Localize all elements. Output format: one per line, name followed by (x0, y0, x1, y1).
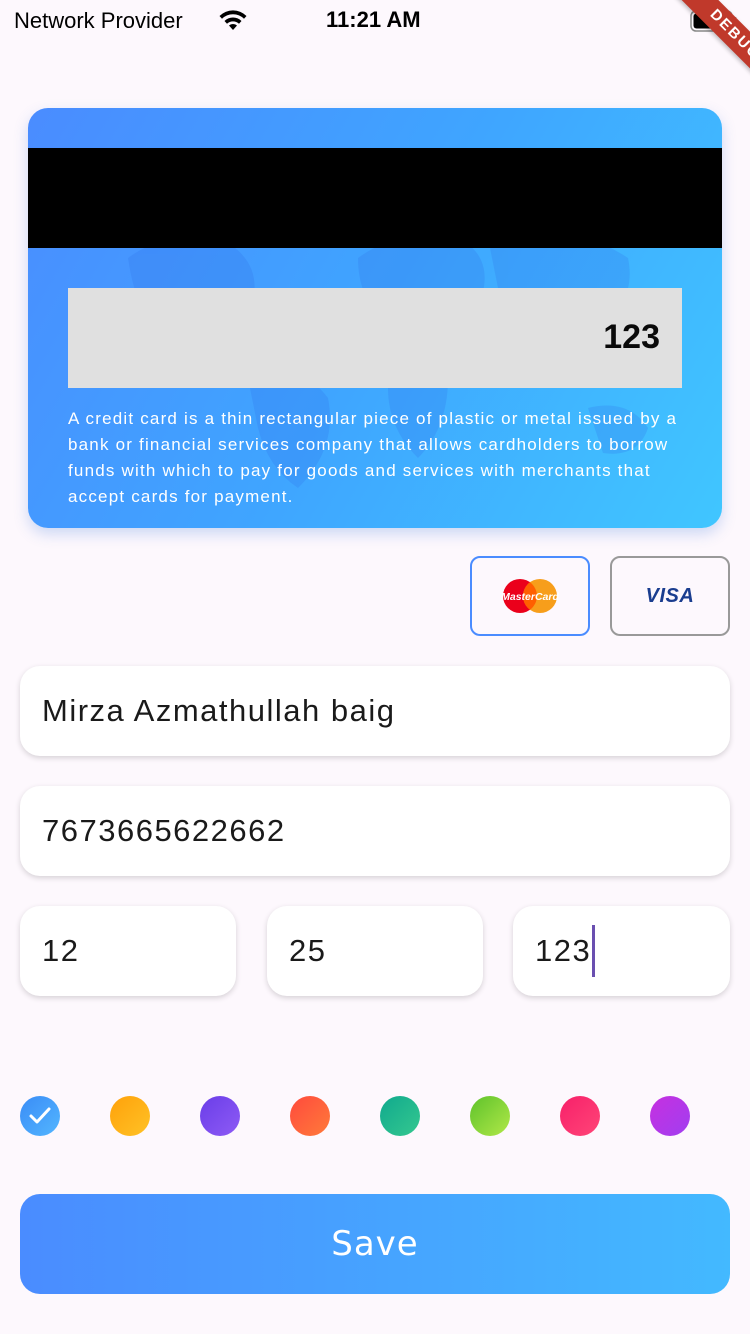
cvv-value: 123 (535, 933, 592, 968)
card-holder-input[interactable]: Mirza Azmathullah baig (20, 666, 730, 756)
card-cvv: 123 (603, 318, 660, 356)
expiry-month-value: 12 (42, 933, 80, 968)
signature-strip: 123 (68, 288, 682, 388)
color-swatch[interactable] (20, 1096, 60, 1136)
credit-card-back: 123 A credit card is a thin rectangular … (28, 108, 722, 528)
wifi-icon (219, 10, 247, 30)
cvv-input[interactable]: 123 (513, 906, 730, 996)
card-holder-value: Mirza Azmathullah baig (42, 693, 396, 728)
card-description: A credit card is a thin rectangular piec… (68, 409, 678, 506)
text-cursor (592, 925, 596, 977)
clock: 11:21 AM (326, 7, 421, 32)
color-swatch[interactable] (200, 1096, 240, 1136)
visa-option[interactable]: VISA (610, 556, 730, 636)
status-bar: Network Provider 11:21 AM (0, 0, 750, 44)
color-swatch[interactable] (470, 1096, 510, 1136)
checkmark-icon (29, 1107, 51, 1124)
mastercard-logo-icon: MasterCard (501, 579, 559, 613)
mastercard-option[interactable]: MasterCard (470, 556, 590, 636)
expiry-year-input[interactable]: 25 (267, 906, 483, 996)
card-number-value: 7673665622662 (42, 813, 286, 848)
expiry-year-value: 25 (289, 933, 327, 968)
color-swatch[interactable] (290, 1096, 330, 1136)
carrier-name: Network Provider (14, 8, 183, 33)
magnetic-stripe (28, 148, 722, 248)
card-number-input[interactable]: 7673665622662 (20, 786, 730, 876)
save-button[interactable]: Save (20, 1194, 730, 1294)
expiry-month-input[interactable]: 12 (20, 906, 236, 996)
visa-logo: VISA (645, 584, 695, 607)
color-swatch[interactable] (110, 1096, 150, 1136)
color-swatch[interactable] (560, 1096, 600, 1136)
mastercard-logo-text: MasterCard (501, 591, 559, 603)
color-swatch[interactable] (650, 1096, 690, 1136)
color-swatch[interactable] (380, 1096, 420, 1136)
